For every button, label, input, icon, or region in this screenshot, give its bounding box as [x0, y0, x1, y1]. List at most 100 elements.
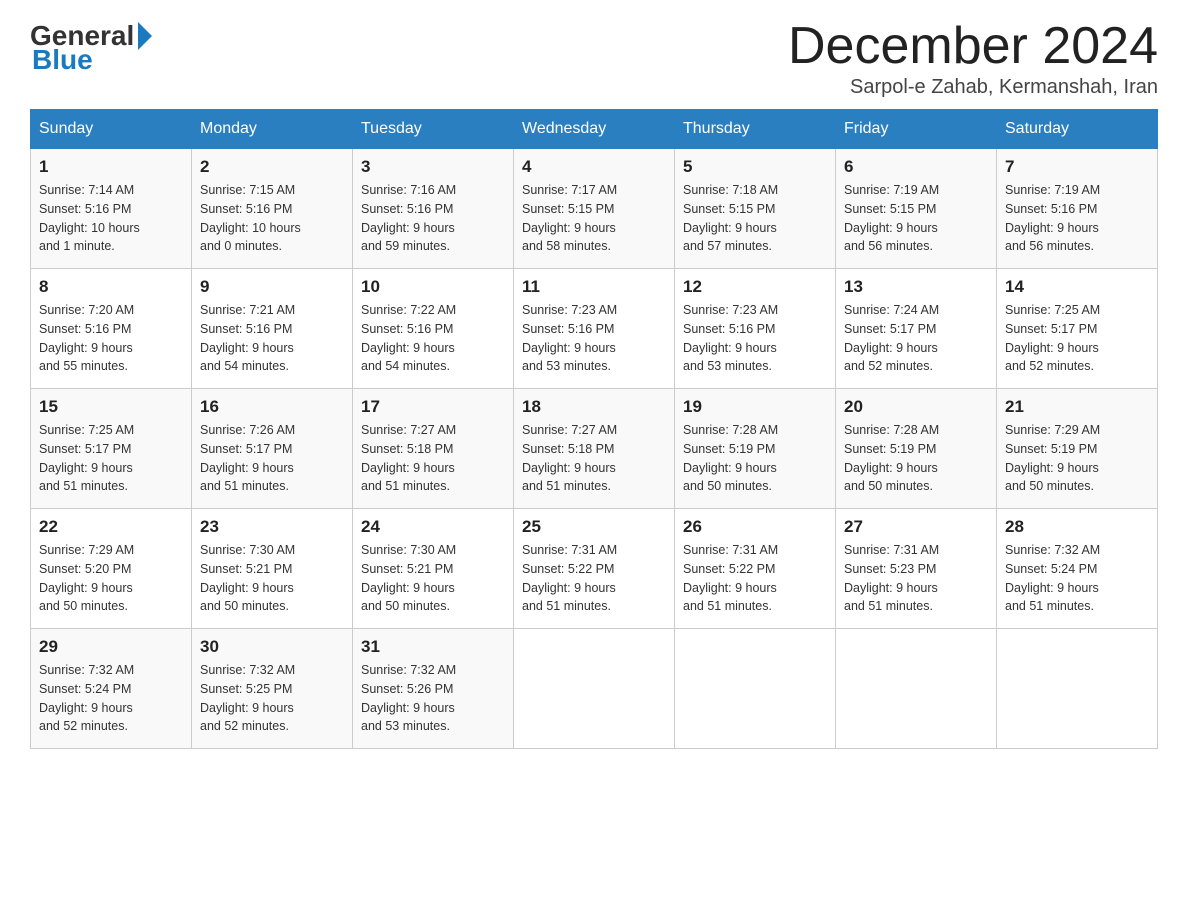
day-info: Sunrise: 7:25 AMSunset: 5:17 PMDaylight:… — [1005, 301, 1149, 376]
calendar-header-row: SundayMondayTuesdayWednesdayThursdayFrid… — [31, 110, 1158, 149]
calendar-cell: 16 Sunrise: 7:26 AMSunset: 5:17 PMDayligh… — [192, 389, 353, 509]
location-subtitle: Sarpol-e Zahab, Kermanshah, Iran — [788, 76, 1158, 99]
day-info: Sunrise: 7:23 AMSunset: 5:16 PMDaylight:… — [522, 301, 666, 376]
calendar-cell: 18 Sunrise: 7:27 AMSunset: 5:18 PMDayligh… — [514, 389, 675, 509]
day-number: 30 — [200, 637, 344, 657]
day-number: 18 — [522, 397, 666, 417]
day-info: Sunrise: 7:31 AMSunset: 5:22 PMDaylight:… — [522, 541, 666, 616]
calendar-cell — [675, 629, 836, 749]
day-info: Sunrise: 7:14 AMSunset: 5:16 PMDaylight:… — [39, 181, 183, 256]
day-number: 14 — [1005, 277, 1149, 297]
calendar-cell: 10 Sunrise: 7:22 AMSunset: 5:16 PMDayligh… — [353, 269, 514, 389]
day-info: Sunrise: 7:22 AMSunset: 5:16 PMDaylight:… — [361, 301, 505, 376]
col-header-sunday: Sunday — [31, 110, 192, 149]
day-number: 2 — [200, 157, 344, 177]
day-info: Sunrise: 7:31 AMSunset: 5:22 PMDaylight:… — [683, 541, 827, 616]
calendar-cell: 20Sunrise: 7:28 AMSunset: 5:19 PMDayligh… — [836, 389, 997, 509]
col-header-tuesday: Tuesday — [353, 110, 514, 149]
day-number: 20 — [844, 397, 988, 417]
calendar-cell: 29Sunrise: 7:32 AMSunset: 5:24 PMDayligh… — [31, 629, 192, 749]
calendar-cell: 19Sunrise: 7:28 AMSunset: 5:19 PMDayligh… — [675, 389, 836, 509]
day-info: Sunrise: 7:28 AMSunset: 5:19 PMDaylight:… — [683, 421, 827, 496]
day-info: Sunrise: 7:27 AMSunset: 5:18 PMDaylight:… — [361, 421, 505, 496]
calendar-cell: 26 Sunrise: 7:31 AMSunset: 5:22 PMDayligh… — [675, 509, 836, 629]
day-info: Sunrise: 7:17 AMSunset: 5:15 PMDaylight:… — [522, 181, 666, 256]
col-header-friday: Friday — [836, 110, 997, 149]
page-header: General Blue December 2024 Sarpol-e Zaha… — [30, 20, 1158, 99]
day-number: 21 — [1005, 397, 1149, 417]
day-info: Sunrise: 7:20 AMSunset: 5:16 PMDaylight:… — [39, 301, 183, 376]
calendar-cell: 14 Sunrise: 7:25 AMSunset: 5:17 PMDayligh… — [997, 269, 1158, 389]
col-header-saturday: Saturday — [997, 110, 1158, 149]
day-info: Sunrise: 7:19 AMSunset: 5:16 PMDaylight:… — [1005, 181, 1149, 256]
logo: General Blue — [30, 20, 152, 76]
calendar-cell: 9 Sunrise: 7:21 AMSunset: 5:16 PMDaylight… — [192, 269, 353, 389]
day-info: Sunrise: 7:21 AMSunset: 5:16 PMDaylight:… — [200, 301, 344, 376]
calendar-cell: 6 Sunrise: 7:19 AMSunset: 5:15 PMDaylight… — [836, 149, 997, 269]
calendar-cell: 1Sunrise: 7:14 AMSunset: 5:16 PMDaylight… — [31, 149, 192, 269]
day-info: Sunrise: 7:32 AMSunset: 5:25 PMDaylight:… — [200, 661, 344, 736]
day-number: 26 — [683, 517, 827, 537]
day-number: 10 — [361, 277, 505, 297]
calendar-cell: 24Sunrise: 7:30 AMSunset: 5:21 PMDayligh… — [353, 509, 514, 629]
calendar-cell: 28 Sunrise: 7:32 AMSunset: 5:24 PMDayligh… — [997, 509, 1158, 629]
col-header-wednesday: Wednesday — [514, 110, 675, 149]
day-number: 9 — [200, 277, 344, 297]
day-number: 24 — [361, 517, 505, 537]
calendar-cell — [997, 629, 1158, 749]
day-info: Sunrise: 7:29 AMSunset: 5:20 PMDaylight:… — [39, 541, 183, 616]
day-number: 27 — [844, 517, 988, 537]
day-info: Sunrise: 7:26 AMSunset: 5:17 PMDaylight:… — [200, 421, 344, 496]
day-info: Sunrise: 7:29 AMSunset: 5:19 PMDaylight:… — [1005, 421, 1149, 496]
calendar-cell: 15Sunrise: 7:25 AMSunset: 5:17 PMDayligh… — [31, 389, 192, 509]
calendar-table: SundayMondayTuesdayWednesdayThursdayFrid… — [30, 109, 1158, 749]
day-info: Sunrise: 7:19 AMSunset: 5:15 PMDaylight:… — [844, 181, 988, 256]
day-number: 25 — [522, 517, 666, 537]
day-info: Sunrise: 7:16 AMSunset: 5:16 PMDaylight:… — [361, 181, 505, 256]
day-number: 31 — [361, 637, 505, 657]
day-number: 22 — [39, 517, 183, 537]
day-number: 15 — [39, 397, 183, 417]
calendar-cell: 7 Sunrise: 7:19 AMSunset: 5:16 PMDaylight… — [997, 149, 1158, 269]
logo-blue-text: Blue — [32, 44, 93, 76]
day-info: Sunrise: 7:18 AMSunset: 5:15 PMDaylight:… — [683, 181, 827, 256]
calendar-week-row: 8 Sunrise: 7:20 AMSunset: 5:16 PMDaylight… — [31, 269, 1158, 389]
calendar-cell — [836, 629, 997, 749]
day-number: 11 — [522, 277, 666, 297]
col-header-thursday: Thursday — [675, 110, 836, 149]
day-number: 17 — [361, 397, 505, 417]
month-year-title: December 2024 — [788, 20, 1158, 72]
title-section: December 2024 Sarpol-e Zahab, Kermanshah… — [788, 20, 1158, 99]
day-number: 28 — [1005, 517, 1149, 537]
calendar-cell: 22 Sunrise: 7:29 AMSunset: 5:20 PMDayligh… — [31, 509, 192, 629]
calendar-week-row: 22 Sunrise: 7:29 AMSunset: 5:20 PMDayligh… — [31, 509, 1158, 629]
day-number: 8 — [39, 277, 183, 297]
day-info: Sunrise: 7:15 AMSunset: 5:16 PMDaylight:… — [200, 181, 344, 256]
day-info: Sunrise: 7:32 AMSunset: 5:26 PMDaylight:… — [361, 661, 505, 736]
calendar-cell: 4 Sunrise: 7:17 AMSunset: 5:15 PMDaylight… — [514, 149, 675, 269]
calendar-week-row: 15Sunrise: 7:25 AMSunset: 5:17 PMDayligh… — [31, 389, 1158, 509]
calendar-cell: 5Sunrise: 7:18 AMSunset: 5:15 PMDaylight… — [675, 149, 836, 269]
calendar-cell: 21 Sunrise: 7:29 AMSunset: 5:19 PMDayligh… — [997, 389, 1158, 509]
day-info: Sunrise: 7:30 AMSunset: 5:21 PMDaylight:… — [200, 541, 344, 616]
day-number: 29 — [39, 637, 183, 657]
day-info: Sunrise: 7:23 AMSunset: 5:16 PMDaylight:… — [683, 301, 827, 376]
calendar-week-row: 29Sunrise: 7:32 AMSunset: 5:24 PMDayligh… — [31, 629, 1158, 749]
day-number: 23 — [200, 517, 344, 537]
day-info: Sunrise: 7:24 AMSunset: 5:17 PMDaylight:… — [844, 301, 988, 376]
calendar-cell — [514, 629, 675, 749]
day-number: 16 — [200, 397, 344, 417]
calendar-cell: 23 Sunrise: 7:30 AMSunset: 5:21 PMDayligh… — [192, 509, 353, 629]
calendar-cell: 17 Sunrise: 7:27 AMSunset: 5:18 PMDayligh… — [353, 389, 514, 509]
calendar-cell: 8 Sunrise: 7:20 AMSunset: 5:16 PMDaylight… — [31, 269, 192, 389]
logo-triangle-icon — [138, 22, 152, 50]
day-info: Sunrise: 7:27 AMSunset: 5:18 PMDaylight:… — [522, 421, 666, 496]
calendar-cell: 11 Sunrise: 7:23 AMSunset: 5:16 PMDayligh… — [514, 269, 675, 389]
calendar-cell: 3Sunrise: 7:16 AMSunset: 5:16 PMDaylight… — [353, 149, 514, 269]
calendar-cell: 31 Sunrise: 7:32 AMSunset: 5:26 PMDayligh… — [353, 629, 514, 749]
day-number: 6 — [844, 157, 988, 177]
calendar-cell: 12Sunrise: 7:23 AMSunset: 5:16 PMDayligh… — [675, 269, 836, 389]
day-number: 4 — [522, 157, 666, 177]
day-info: Sunrise: 7:32 AMSunset: 5:24 PMDaylight:… — [1005, 541, 1149, 616]
day-number: 7 — [1005, 157, 1149, 177]
